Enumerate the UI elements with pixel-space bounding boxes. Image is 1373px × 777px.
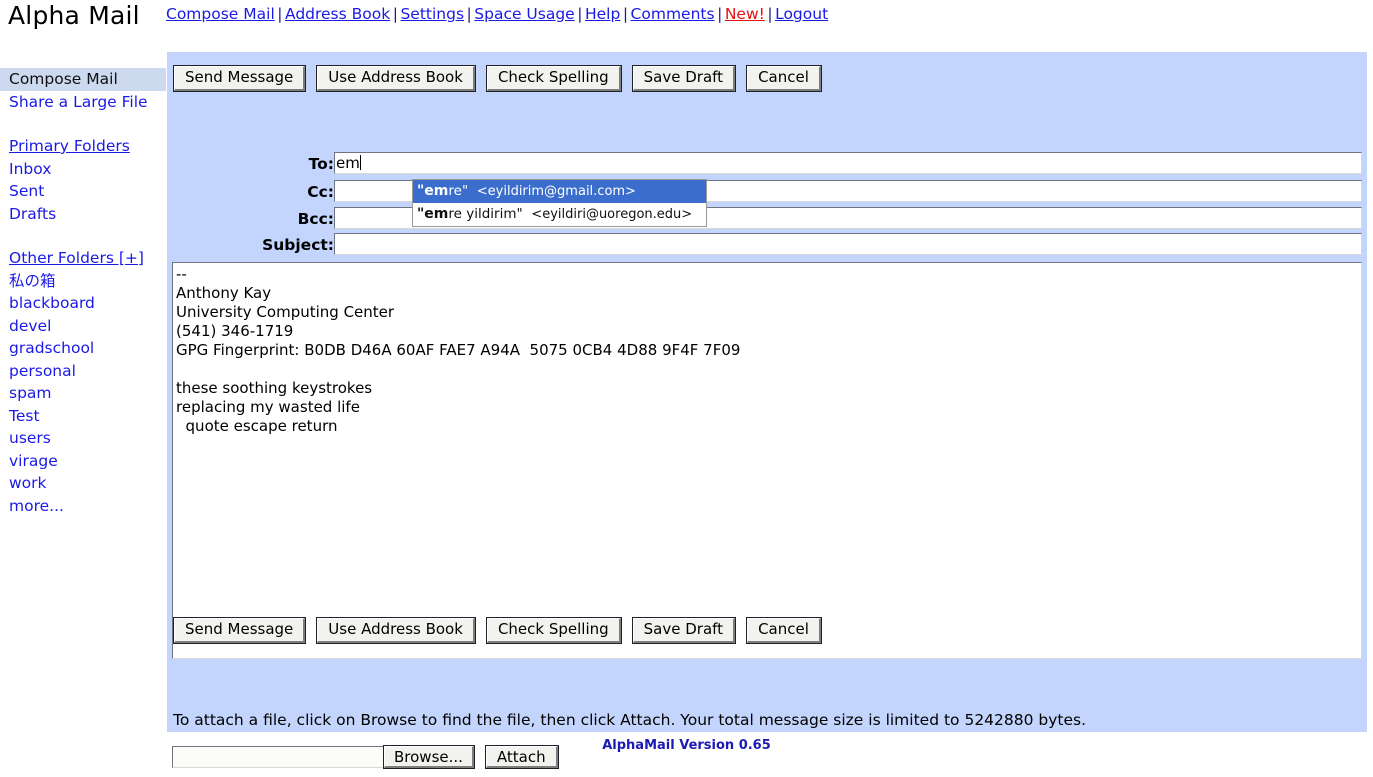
field-input-to[interactable]: em xyxy=(334,152,1362,174)
field-label-to: To: xyxy=(308,155,334,173)
sidebar-item-personal[interactable]: personal xyxy=(0,360,166,383)
sidebar: Compose Mail Share a Large File Primary Fo… xyxy=(0,68,166,517)
nav-link-address-book[interactable]: Address Book xyxy=(285,5,390,23)
sidebar-item-spam-label[interactable]: spam xyxy=(9,384,52,402)
sidebar-item-gradschool[interactable]: gradschool xyxy=(0,337,166,360)
field-label-subject: Subject: xyxy=(262,236,334,254)
sidebar-item-spam[interactable]: spam xyxy=(0,382,166,405)
sidebar-item-personal-label[interactable]: personal xyxy=(9,362,76,380)
sidebar-item-compose-mail-label[interactable]: Compose Mail xyxy=(9,70,118,88)
check-spelling-button[interactable]: Check Spelling xyxy=(485,617,622,644)
app-title: Alpha Mail xyxy=(8,1,140,30)
alphamail-compose-page: Alpha Mail Compose Mail | Address Book | Set… xyxy=(0,0,1373,777)
top-navigation: Compose Mail | Address Book | Settings | Space… xyxy=(166,5,828,23)
sidebar-item-devel[interactable]: devel xyxy=(0,315,166,338)
sidebar-item-virage-label[interactable]: virage xyxy=(9,452,58,470)
sidebar-item-blackboard-label[interactable]: blackboard xyxy=(9,294,95,312)
sidebar-item-virage[interactable]: virage xyxy=(0,450,166,473)
compose-panel: Send Message Use Address Book Check Spelli… xyxy=(167,52,1367,769)
field-label-cc: Cc: xyxy=(307,183,334,201)
sidebar-item-sent[interactable]: Sent xyxy=(0,180,166,203)
toolbar-bottom: Send Message Use Address Book Check Spelli… xyxy=(172,617,822,644)
autocomplete-option[interactable]: "emre yildirim" <eyildiri@uoregon.edu> xyxy=(413,203,706,226)
autocomplete-match-prefix: "em xyxy=(417,183,449,199)
use-address-book-button[interactable]: Use Address Book xyxy=(316,65,476,92)
cancel-button[interactable]: Cancel xyxy=(746,65,822,92)
sidebar-item-inbox[interactable]: Inbox xyxy=(0,158,166,181)
nav-link-logout[interactable]: Logout xyxy=(775,5,828,23)
nav-separator: | xyxy=(622,5,629,23)
footer-version: AlphaMail Version 0.65 xyxy=(602,738,771,753)
autocomplete-match-prefix: "em xyxy=(417,206,449,222)
message-body-field[interactable]: -- Anthony Kay University Computing Cent… xyxy=(172,262,1362,659)
nav-link-compose-mail[interactable]: Compose Mail xyxy=(166,5,275,23)
address-autocomplete-dropdown[interactable]: "emre" <eyildirim@gmail.com> "emre yildir… xyxy=(412,179,707,227)
nav-separator: | xyxy=(392,5,398,23)
sidebar-item-drafts[interactable]: Drafts xyxy=(0,203,166,226)
autocomplete-name-rest: re yildirim" xyxy=(448,206,523,222)
sidebar-item-sent-label[interactable]: Sent xyxy=(9,182,44,200)
nav-link-settings[interactable]: Settings xyxy=(400,5,464,23)
save-draft-button[interactable]: Save Draft xyxy=(631,65,737,92)
sidebar-item-test[interactable]: Test xyxy=(0,405,166,428)
autocomplete-email-address: <eyildiri@uoregon.edu> xyxy=(531,207,693,222)
save-draft-button[interactable]: Save Draft xyxy=(631,617,737,644)
nav-link-help[interactable]: Help xyxy=(585,5,620,23)
sidebar-item-私の箱-label[interactable]: 私の箱 xyxy=(9,272,56,290)
nav-link-comments[interactable]: Comments xyxy=(631,5,715,23)
sidebar-item-inbox-label[interactable]: Inbox xyxy=(9,160,51,178)
sidebar-heading-other-folders[interactable]: Other Folders [+] xyxy=(0,247,166,270)
send-message-button[interactable]: Send Message xyxy=(172,617,307,644)
field-label-bcc: Bcc: xyxy=(297,210,334,228)
nav-link-new[interactable]: New! xyxy=(725,5,765,23)
nav-separator: | xyxy=(577,5,583,23)
sidebar-item-work[interactable]: work xyxy=(0,472,166,495)
sidebar-item-test-label[interactable]: Test xyxy=(9,407,40,425)
nav-separator: | xyxy=(277,5,283,23)
sidebar-item-users[interactable]: users xyxy=(0,427,166,450)
sidebar-item-blackboard[interactable]: blackboard xyxy=(0,292,166,315)
sidebar-item-私の箱[interactable]: 私の箱 xyxy=(0,270,166,293)
sidebar-item-share-a-large-file-label[interactable]: Share a Large File xyxy=(9,93,148,111)
sidebar-item-drafts-label[interactable]: Drafts xyxy=(9,205,56,223)
sidebar-item-more-label[interactable]: more... xyxy=(9,497,64,515)
message-body-text: -- Anthony Kay University Computing Cent… xyxy=(176,265,741,435)
nav-link-space-usage[interactable]: Space Usage xyxy=(474,5,574,23)
toolbar-top: Send Message Use Address Book Check Spelli… xyxy=(172,65,822,92)
sidebar-item-users-label[interactable]: users xyxy=(9,429,51,447)
sidebar-item-work-label[interactable]: work xyxy=(9,474,47,492)
nav-separator: | xyxy=(466,5,472,23)
autocomplete-name-rest: re" xyxy=(448,183,469,199)
field-input-subject[interactable] xyxy=(334,233,1362,255)
send-message-button[interactable]: Send Message xyxy=(172,65,307,92)
sidebar-item-compose-mail[interactable]: Compose Mail xyxy=(0,68,166,91)
attachment-instructions: To attach a file, click on Browse to fin… xyxy=(173,711,1087,729)
sidebar-item-more[interactable]: more... xyxy=(0,495,166,518)
field-value-to: em xyxy=(336,154,360,172)
sidebar-item-gradschool-label[interactable]: gradschool xyxy=(9,339,94,357)
cancel-button[interactable]: Cancel xyxy=(746,617,822,644)
sidebar-heading-primary-folders[interactable]: Primary Folders xyxy=(0,135,166,158)
autocomplete-option[interactable]: "emre" <eyildirim@gmail.com> xyxy=(413,180,706,203)
text-cursor xyxy=(359,155,361,170)
sidebar-item-share-a-large-file[interactable]: Share a Large File xyxy=(0,91,166,114)
check-spelling-button[interactable]: Check Spelling xyxy=(485,65,622,92)
nav-separator: | xyxy=(767,5,773,23)
sidebar-heading-primary-folders-label[interactable]: Primary Folders xyxy=(9,137,130,155)
use-address-book-button[interactable]: Use Address Book xyxy=(316,617,476,644)
sidebar-heading-other-folders-label[interactable]: Other Folders [+] xyxy=(9,249,144,267)
sidebar-item-devel-label[interactable]: devel xyxy=(9,317,51,335)
autocomplete-email-address: <eyildirim@gmail.com> xyxy=(476,184,636,199)
nav-separator: | xyxy=(717,5,723,23)
